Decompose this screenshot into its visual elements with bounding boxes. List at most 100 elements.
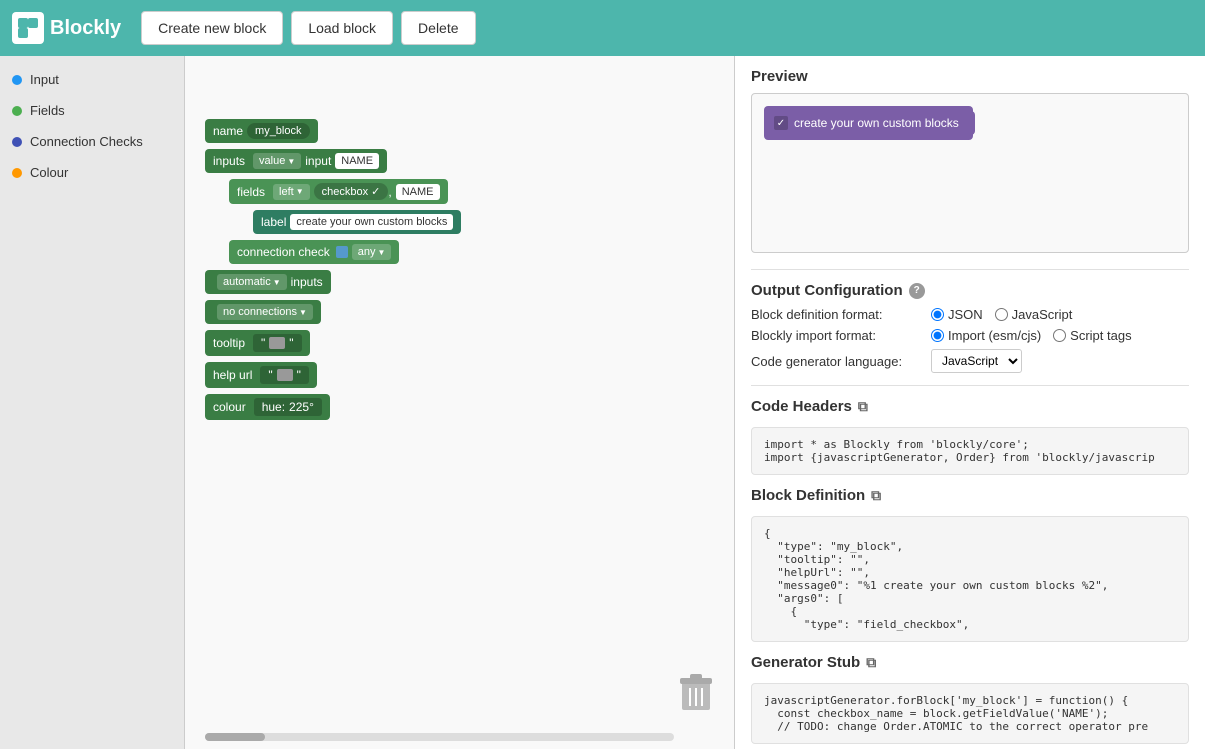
canvas-scrollbar[interactable] [205, 733, 674, 741]
block-definition-title: Block Definition ⧉ [751, 487, 1189, 504]
help-url-input[interactable]: " " [260, 366, 309, 384]
inputs-row: inputs value input NAME [205, 147, 461, 175]
sidebar-item-connection-checks[interactable]: Connection Checks [0, 126, 184, 157]
output-config-section: Output Configuration ? Block definition … [751, 282, 1189, 373]
main-layout: Input Fields Connection Checks Colour na… [0, 56, 1205, 749]
preview-title: Preview [751, 68, 1189, 85]
import-script-radio[interactable] [1053, 329, 1066, 342]
left-dropdown[interactable]: left [273, 184, 310, 200]
create-new-block-button[interactable]: Create new block [141, 11, 283, 45]
preview-section: Preview ✓ create your own custom blocks [751, 68, 1189, 253]
import-row: Blockly import format: Import (esm/cjs) … [751, 328, 1189, 343]
preview-block-end [967, 111, 975, 135]
inputs-label2: inputs [291, 275, 323, 289]
name-block[interactable]: name my_block [205, 119, 318, 143]
preview-check-icon: ✓ [774, 116, 788, 130]
check-icon [336, 246, 348, 258]
no-connections-block[interactable]: no connections [205, 300, 321, 324]
help-url-value-icon [277, 369, 293, 381]
fields-dot [12, 106, 22, 116]
output-config-title: Output Configuration ? [751, 282, 1189, 299]
format-js-radio[interactable] [995, 308, 1008, 321]
connection-check-label: connection check [237, 245, 330, 259]
name-input-field[interactable]: NAME [335, 153, 379, 169]
label-value-field[interactable]: create your own custom blocks [290, 214, 453, 230]
generator-stub-copy-icon[interactable]: ⧉ [866, 654, 876, 671]
tooltip-label: tooltip [213, 336, 245, 350]
colour-block[interactable]: colour hue: 225° [205, 394, 330, 420]
connection-dot [12, 137, 22, 147]
name-value: my_block [247, 123, 309, 139]
code-headers-title: Code Headers ⧉ [751, 398, 1189, 415]
logo-area: Blockly [12, 12, 121, 44]
import-esm-option[interactable]: Import (esm/cjs) [931, 328, 1041, 343]
import-esm-radio[interactable] [931, 329, 944, 342]
colour-input[interactable]: hue: 225° [254, 398, 322, 416]
automatic-block[interactable]: automatic inputs [205, 270, 331, 294]
input-label: input [305, 154, 331, 168]
import-script-option[interactable]: Script tags [1053, 328, 1131, 343]
sidebar-item-input[interactable]: Input [0, 64, 184, 95]
format-row: Block definition format: JSON JavaScript [751, 307, 1189, 322]
logo-icon [12, 12, 44, 44]
no-connections-row: no connections [205, 298, 461, 326]
import-script-label: Script tags [1070, 328, 1131, 343]
import-radio-group: Import (esm/cjs) Script tags [931, 328, 1132, 343]
automatic-dropdown[interactable]: automatic [217, 274, 287, 290]
hue-value: 225° [289, 400, 314, 414]
hue-label: hue: [262, 400, 285, 414]
name-row: name my_block [205, 117, 461, 145]
colour-dot [12, 168, 22, 178]
format-radio-group: JSON JavaScript [931, 307, 1072, 322]
connection-check-block[interactable]: connection check any [229, 240, 399, 264]
format-js-option[interactable]: JavaScript [995, 307, 1073, 322]
colour-row: colour hue: 225° [205, 392, 461, 422]
value-dropdown[interactable]: value [253, 153, 301, 169]
label-block[interactable]: label create your own custom blocks [253, 210, 461, 234]
help-url-block[interactable]: help url " " [205, 362, 317, 388]
block-workspace: name my_block inputs value input NAME [205, 116, 461, 423]
any-dropdown[interactable]: any [352, 244, 392, 260]
sidebar-label-colour: Colour [30, 165, 68, 180]
sidebar-item-colour[interactable]: Colour [0, 157, 184, 188]
fields-block[interactable]: fields left checkbox ✓ , NAME [229, 179, 448, 204]
format-json-radio[interactable] [931, 308, 944, 321]
canvas-area: name my_block inputs value input NAME [185, 56, 735, 749]
tooltip-value-icon [269, 337, 285, 349]
preview-block: ✓ create your own custom blocks [764, 106, 973, 140]
format-js-label: JavaScript [1012, 307, 1073, 322]
load-block-button[interactable]: Load block [291, 11, 393, 45]
fields-row: fields left checkbox ✓ , NAME [229, 177, 461, 206]
automatic-row: automatic inputs [205, 268, 461, 296]
generator-stub-title: Generator Stub ⧉ [751, 654, 1189, 671]
preview-block-text: create your own custom blocks [794, 116, 959, 130]
generator-stub-section: Generator Stub ⧉ javascriptGenerator.for… [751, 654, 1189, 744]
inputs-block[interactable]: inputs value input NAME [205, 149, 387, 173]
import-label: Blockly import format: [751, 328, 931, 343]
checkbox-label: checkbox ✓ [314, 183, 389, 200]
sidebar-item-fields[interactable]: Fields [0, 95, 184, 126]
checkbox-name-field[interactable]: NAME [396, 184, 440, 200]
help-url-row: help url " " [205, 360, 461, 390]
output-config-help-icon[interactable]: ? [909, 283, 925, 299]
format-json-option[interactable]: JSON [931, 307, 983, 322]
code-headers-copy-icon[interactable]: ⧉ [858, 398, 868, 415]
trash-icon[interactable] [678, 672, 714, 719]
fields-label: fields [237, 185, 265, 199]
format-label: Block definition format: [751, 307, 931, 322]
divider-1 [751, 269, 1189, 270]
block-definition-copy-icon[interactable]: ⧉ [871, 487, 881, 504]
tooltip-input[interactable]: " " [253, 334, 302, 352]
tooltip-row: tooltip " " [205, 328, 461, 358]
no-connections-dropdown[interactable]: no connections [217, 304, 313, 320]
colour-label: colour [213, 400, 246, 414]
codegen-label: Code generator language: [751, 354, 931, 369]
block-definition-section: Block Definition ⧉ { "type": "my_block",… [751, 487, 1189, 642]
header: Blockly Create new block Load block Dele… [0, 0, 1205, 56]
tooltip-block[interactable]: tooltip " " [205, 330, 310, 356]
delete-button[interactable]: Delete [401, 11, 475, 45]
sidebar: Input Fields Connection Checks Colour [0, 56, 185, 749]
input-dot [12, 75, 22, 85]
codegen-row: Code generator language: JavaScript Pyth… [751, 349, 1189, 373]
codegen-select[interactable]: JavaScript Python Dart Lua PHP [931, 349, 1022, 373]
